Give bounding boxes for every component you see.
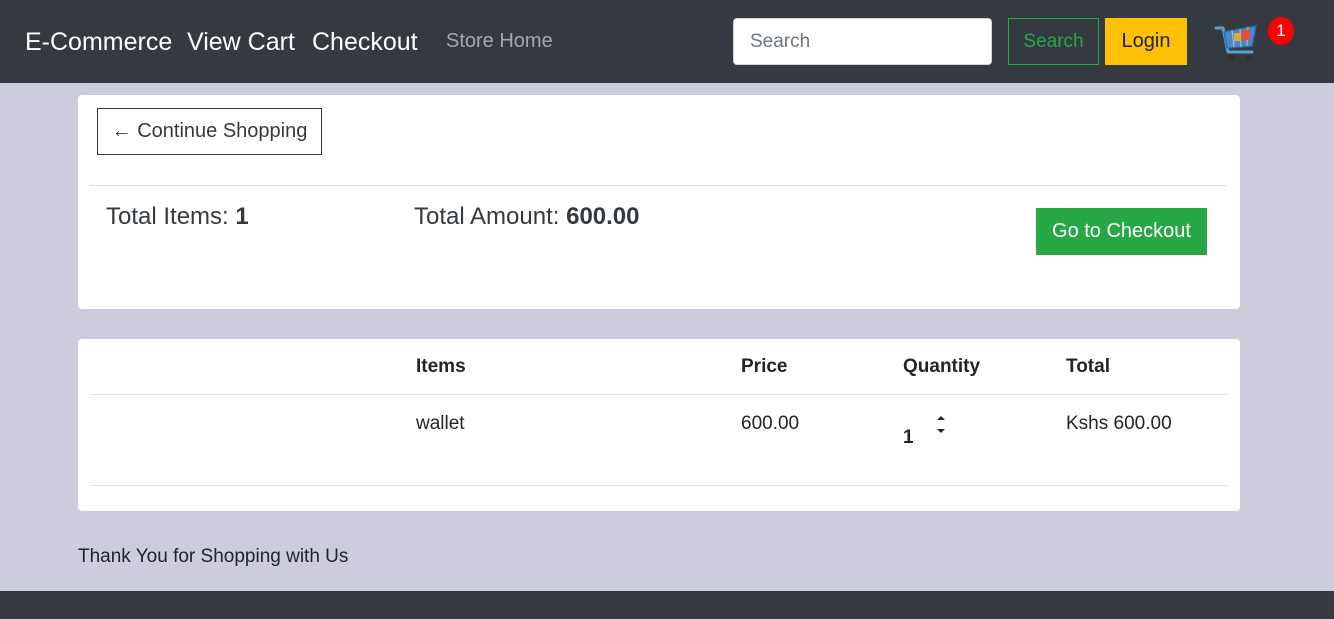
cell-item-name: wallet — [416, 413, 465, 434]
total-amount-value: 600.00 — [566, 203, 640, 230]
column-header-quantity: Quantity — [903, 356, 981, 377]
nav-store-home-link[interactable]: Store Home — [446, 30, 553, 53]
cart-summary-card: ← Continue Shopping Total Items: 1 Total… — [78, 95, 1240, 309]
nav-view-cart-link[interactable]: View Cart — [187, 28, 295, 57]
login-button[interactable]: Login — [1105, 18, 1187, 65]
divider — [90, 394, 1228, 395]
cell-item-price: 600.00 — [741, 413, 800, 434]
quantity-stepper[interactable] — [935, 411, 947, 441]
decrement-icon[interactable] — [935, 425, 947, 439]
total-items: Total Items: 1 — [106, 203, 249, 231]
increment-icon[interactable] — [935, 411, 947, 425]
column-header-total: Total — [1066, 356, 1110, 377]
go-to-checkout-button[interactable]: Go to Checkout — [1036, 208, 1207, 255]
column-header-price: Price — [741, 356, 788, 377]
quantity-value: 1 — [903, 427, 914, 448]
total-items-label: Total Items: — [106, 203, 236, 230]
search-button[interactable]: Search — [1008, 18, 1099, 65]
cart-count-badge: 1 — [1268, 17, 1294, 45]
navbar: E-Commerce View Cart Checkout Store Home… — [0, 0, 1334, 83]
total-amount-label: Total Amount: — [414, 203, 567, 230]
thank-you-message: Thank You for Shopping with Us — [78, 546, 349, 567]
footer-bar — [0, 591, 1334, 619]
divider — [90, 185, 1228, 186]
continue-shopping-button[interactable]: ← Continue Shopping — [97, 108, 322, 155]
total-items-value: 1 — [235, 203, 249, 230]
column-header-items: Items — [416, 356, 466, 377]
search-input[interactable] — [733, 18, 992, 65]
brand-link[interactable]: E-Commerce — [25, 28, 172, 57]
cart-table: Items Price Quantity Total wallet 600.00… — [78, 339, 1240, 511]
cell-item-total: Kshs 600.00 — [1066, 413, 1172, 434]
nav-checkout-link[interactable]: Checkout — [312, 28, 418, 57]
total-amount: Total Amount: 600.00 — [414, 203, 640, 231]
shopping-cart-icon[interactable] — [1212, 16, 1262, 66]
divider — [90, 485, 1228, 486]
